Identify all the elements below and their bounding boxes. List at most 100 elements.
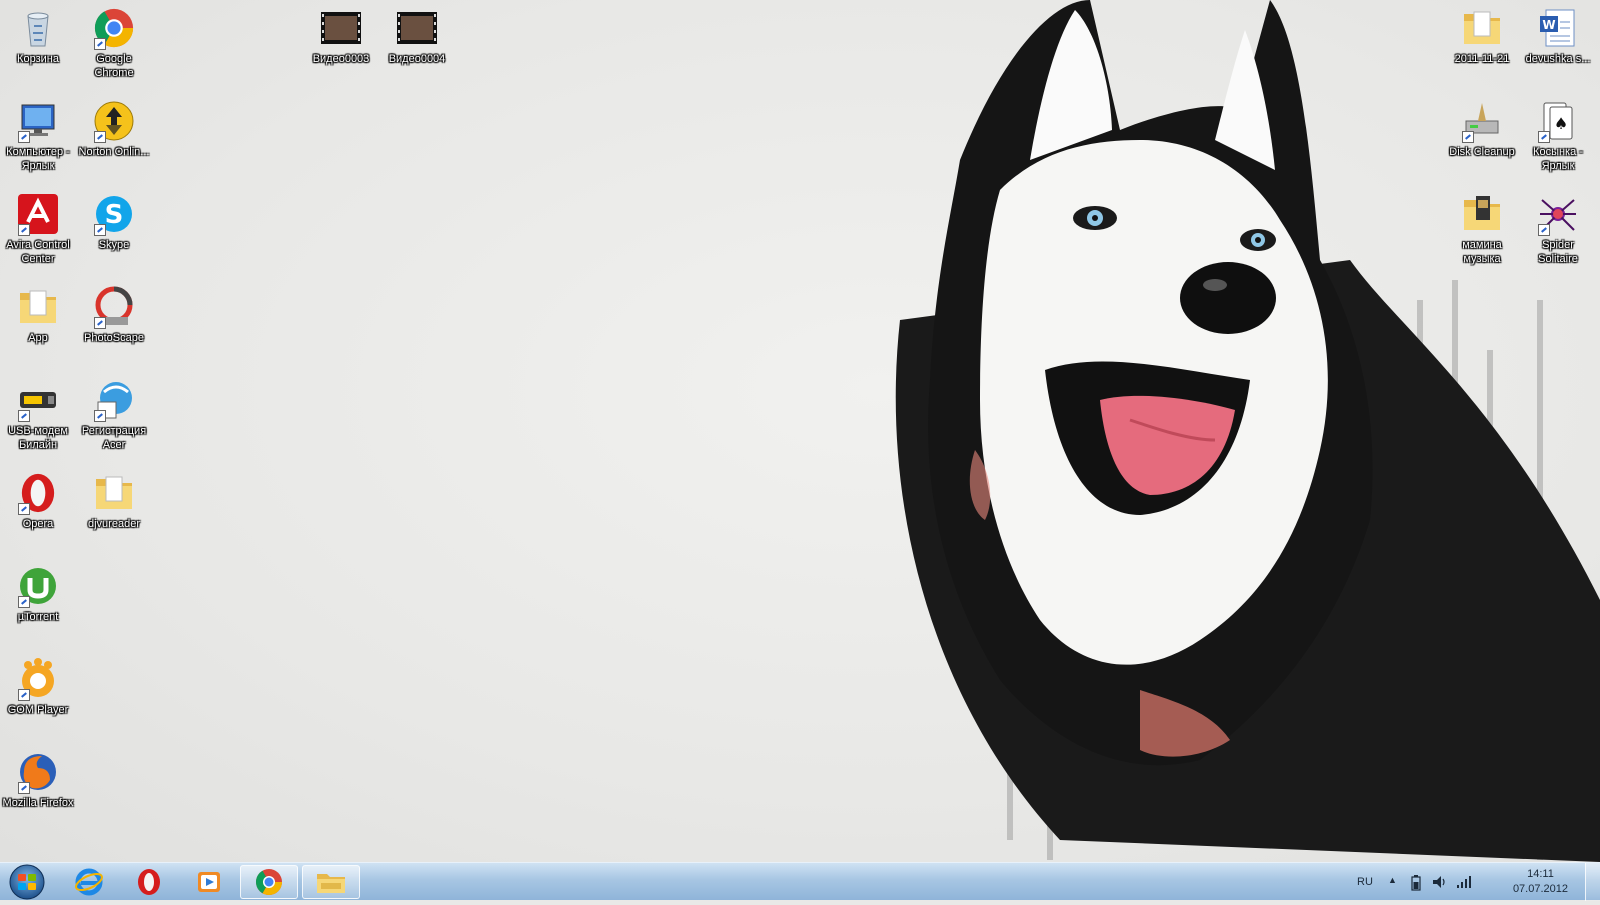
- folder-icon: [16, 285, 60, 329]
- taskbar: RU ▲ 14:11 07.07.2012: [0, 862, 1600, 901]
- usb-modem-icon: [16, 378, 60, 422]
- desktop-icon-torrent[interactable]: µTorrent: [0, 558, 76, 624]
- clock-date: 07.07.2012: [1512, 883, 1568, 895]
- disk-cleanup-icon: [1460, 99, 1504, 143]
- solitaire-icon: ♠: [1536, 99, 1580, 143]
- desktop-icon-label: Mozilla Firefox: [2, 797, 74, 809]
- photoscape-icon: [92, 285, 136, 329]
- taskbar-chrome[interactable]: [240, 865, 298, 899]
- internet-explorer-icon: [75, 868, 103, 896]
- desktop-icon-label: GOM Player: [7, 704, 69, 716]
- svg-text:W: W: [1542, 18, 1555, 32]
- video-file-icon: [395, 6, 439, 50]
- spider-solitaire-icon: [1536, 192, 1580, 236]
- desktop-icon-label: Видео0003: [312, 53, 370, 65]
- desktop-icon-компьютер-ярлык[interactable]: Компьютер - Ярлык: [0, 93, 76, 173]
- svg-text:S: S: [105, 200, 124, 230]
- desktop-icon-2011-11-21[interactable]: 2011-11-21: [1444, 0, 1520, 66]
- shortcut-arrow-icon: [94, 317, 106, 329]
- desktop-icon-google-chrome[interactable]: Google Chrome: [76, 0, 152, 80]
- desktop-icon-label: Регистрация Acer: [81, 425, 147, 451]
- desktop-icon-label: 2011-11-21: [1454, 53, 1510, 65]
- desktop-icon-label: Opera: [22, 518, 54, 530]
- desktop-icon-label: devushka s...: [1525, 53, 1591, 65]
- desktop-icon-spider-solitaire[interactable]: Spider Solitaire: [1520, 186, 1596, 266]
- desktop-icon-mozilla-firefox[interactable]: Mozilla Firefox: [0, 744, 76, 810]
- desktop-icon-avira-control-center[interactable]: Avira Control Center: [0, 186, 76, 266]
- show-hidden-icons-button[interactable]: ▲: [1388, 875, 1397, 885]
- avira-icon: [16, 192, 60, 236]
- shortcut-arrow-icon: [18, 410, 30, 422]
- battery-icon[interactable]: [1410, 875, 1422, 891]
- desktop-icon-label: мамина музыка: [1462, 239, 1502, 265]
- desktop-icon-label: Avira Control Center: [6, 239, 70, 265]
- desktop-icon-photoscape[interactable]: PhotoScape: [76, 279, 152, 345]
- desktop-icon-label: µTorrent: [17, 611, 59, 623]
- opera-icon: [138, 869, 160, 895]
- desktop-icon-label: Косынка - Ярлык: [1533, 146, 1583, 172]
- shortcut-arrow-icon: [18, 782, 30, 794]
- desktop-icon-label: PhotoScape: [84, 332, 144, 344]
- media-player-icon: [198, 872, 220, 892]
- shortcut-arrow-icon: [18, 596, 30, 608]
- opera-icon: [16, 471, 60, 515]
- desktop-icon-label: Google Chrome: [94, 53, 134, 79]
- norton-icon: [92, 99, 136, 143]
- desktop-icon-devushka-s[interactable]: Wdevushka s...: [1520, 0, 1596, 66]
- chrome-icon: [92, 6, 136, 50]
- shortcut-arrow-icon: [1538, 131, 1550, 143]
- skype-icon: S: [92, 192, 136, 236]
- desktop[interactable]: Корзина Google Chrome Компьютер - Ярлык Nor…: [0, 0, 1600, 862]
- shortcut-arrow-icon: [18, 131, 30, 143]
- shortcut-arrow-icon: [94, 410, 106, 422]
- desktop-icon-label: USB-модем Билайн: [8, 425, 68, 451]
- network-signal-icon[interactable]: [1456, 875, 1472, 889]
- husky-wallpaper: [895, 0, 1600, 862]
- utorrent-icon: [16, 564, 60, 608]
- desktop-icon-label: Видео0004: [388, 53, 446, 65]
- desktop-icon-видео0004[interactable]: Видео0004: [379, 0, 455, 66]
- taskbar-internet-explorer[interactable]: [60, 865, 118, 899]
- taskbar-opera[interactable]: [120, 865, 178, 899]
- desktop-icon-app[interactable]: App: [0, 279, 76, 345]
- folder-icon: [92, 471, 136, 515]
- music-folder-icon: [1460, 192, 1504, 236]
- shortcut-arrow-icon: [18, 224, 30, 236]
- desktop-icon-usb-модем-билайн[interactable]: USB-модем Билайн: [0, 372, 76, 452]
- desktop-icon-label: djvureader: [88, 518, 140, 530]
- desktop-icon-косынка-ярлык[interactable]: ♠ Косынка - Ярлык: [1520, 93, 1596, 173]
- shortcut-arrow-icon: [94, 38, 106, 50]
- desktop-icon-label: Spider Solitaire: [1538, 239, 1578, 265]
- desktop-icon-мамина-музыка[interactable]: мамина музыка: [1444, 186, 1520, 266]
- desktop-icon-skype[interactable]: S Skype: [76, 186, 152, 252]
- desktop-icon-label: App: [28, 332, 48, 344]
- desktop-icon-djvureader[interactable]: djvureader: [76, 465, 152, 531]
- shortcut-arrow-icon: [94, 224, 106, 236]
- recycle-bin-icon: [16, 6, 60, 50]
- desktop-icon-регистрация-acer[interactable]: Регистрация Acer: [76, 372, 152, 452]
- shortcut-arrow-icon: [18, 503, 30, 515]
- desktop-icon-label: Корзина: [17, 53, 59, 65]
- desktop-icon-opera[interactable]: Opera: [0, 465, 76, 531]
- desktop-icon-disk-cleanup[interactable]: Disk Cleanup: [1444, 93, 1520, 159]
- language-indicator[interactable]: RU: [1357, 876, 1373, 888]
- folder-icon: [1460, 6, 1504, 50]
- taskbar-media-player[interactable]: [180, 865, 238, 899]
- shortcut-arrow-icon: [18, 689, 30, 701]
- desktop-icon-label: Norton Onlin...: [78, 146, 150, 158]
- desktop-icon-label: Компьютер - Ярлык: [6, 146, 70, 172]
- taskbar-explorer[interactable]: [302, 865, 360, 899]
- folder-icon: [317, 874, 345, 893]
- video-file-icon: [319, 6, 363, 50]
- volume-icon[interactable]: [1432, 875, 1448, 889]
- desktop-icon-корзина[interactable]: Корзина: [0, 0, 76, 66]
- desktop-icon-видео0003[interactable]: Видео0003: [303, 0, 379, 66]
- desktop-icon-gom-player[interactable]: GOM Player: [0, 651, 76, 717]
- show-desktop-button[interactable]: [1585, 863, 1600, 901]
- gom-player-icon: [16, 657, 60, 701]
- svg-text:♠: ♠: [1554, 114, 1568, 133]
- clock[interactable]: 14:11 07.07.2012: [1513, 867, 1568, 897]
- start-button[interactable]: [4, 864, 50, 900]
- windows-logo-icon: [9, 864, 45, 900]
- desktop-icon-norton-onlin[interactable]: Norton Onlin...: [76, 93, 152, 159]
